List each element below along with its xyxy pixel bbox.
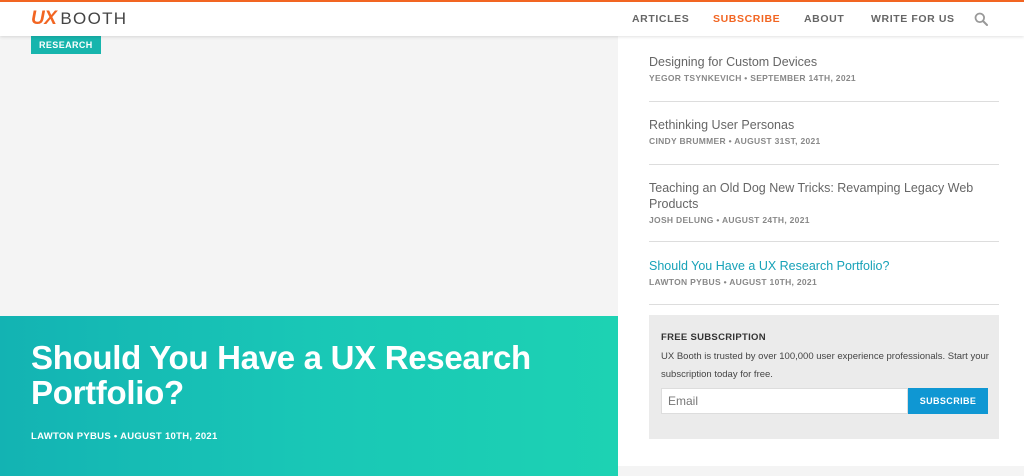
email-input[interactable] — [661, 388, 908, 414]
sidebar-article-title[interactable]: Designing for Custom Devices — [649, 54, 999, 70]
sidebar-article-byline: YEGOR TSYNKEVICH • SEPTEMBER 14TH, 2021 — [649, 73, 856, 83]
logo-ux-mark: UX — [31, 8, 57, 29]
divider — [649, 164, 999, 165]
hero-image — [0, 36, 618, 316]
sidebar-article-byline: LAWTON PYBUS • AUGUST 10TH, 2021 — [649, 277, 817, 287]
related-articles-sidebar: Designing for Custom Devices YEGOR TSYNK… — [618, 36, 1024, 476]
hero-byline: LAWTON PYBUS • AUGUST 10TH, 2021 — [31, 431, 218, 442]
sidebar-article[interactable]: Designing for Custom Devices YEGOR TSYNK… — [649, 54, 999, 83]
nav-articles[interactable]: ARTICLES — [632, 13, 689, 25]
sidebar-article-current[interactable]: Should You Have a UX Research Portfolio?… — [649, 258, 999, 287]
sidebar-article[interactable]: Rethinking User Personas CINDY BRUMMER •… — [649, 117, 999, 146]
hero-title: Should You Have a UX Research Portfolio? — [31, 339, 531, 411]
sidebar-article[interactable]: Teaching an Old Dog New Tricks: Revampin… — [649, 180, 999, 225]
sidebar-article-title[interactable]: Should You Have a UX Research Portfolio? — [649, 258, 999, 274]
search-icon[interactable] — [974, 12, 988, 26]
divider — [649, 304, 999, 305]
nav-subscribe[interactable]: SUBSCRIBE — [713, 13, 780, 25]
site-logo[interactable]: UX BOOTH — [31, 8, 127, 30]
sidebar-article-byline: CINDY BRUMMER • AUGUST 31ST, 2021 — [649, 136, 821, 146]
subscription-heading: FREE SUBSCRIPTION — [661, 332, 766, 343]
subscribe-button[interactable]: SUBSCRIBE — [908, 388, 988, 414]
nav-write-for-us[interactable]: WRITE FOR US — [871, 13, 955, 25]
sidebar-article-byline: JOSH DELUNG • AUGUST 24TH, 2021 — [649, 215, 810, 225]
divider — [649, 241, 999, 242]
category-tag[interactable]: RESEARCH — [31, 36, 101, 54]
logo-booth-wordmark: BOOTH — [60, 9, 128, 28]
sidebar-article-title[interactable]: Teaching an Old Dog New Tricks: Revampin… — [649, 180, 999, 212]
sidebar-article-title[interactable]: Rethinking User Personas — [649, 117, 999, 133]
top-navigation-bar: UX BOOTH ARTICLES SUBSCRIBE ABOUT WRITE … — [0, 0, 1024, 36]
subscription-box: FREE SUBSCRIPTION UX Booth is trusted by… — [649, 315, 999, 439]
subscription-description: UX Booth is trusted by over 100,000 user… — [661, 351, 989, 380]
footer-strip — [618, 466, 1024, 476]
divider — [649, 101, 999, 102]
nav-about[interactable]: ABOUT — [804, 13, 844, 25]
